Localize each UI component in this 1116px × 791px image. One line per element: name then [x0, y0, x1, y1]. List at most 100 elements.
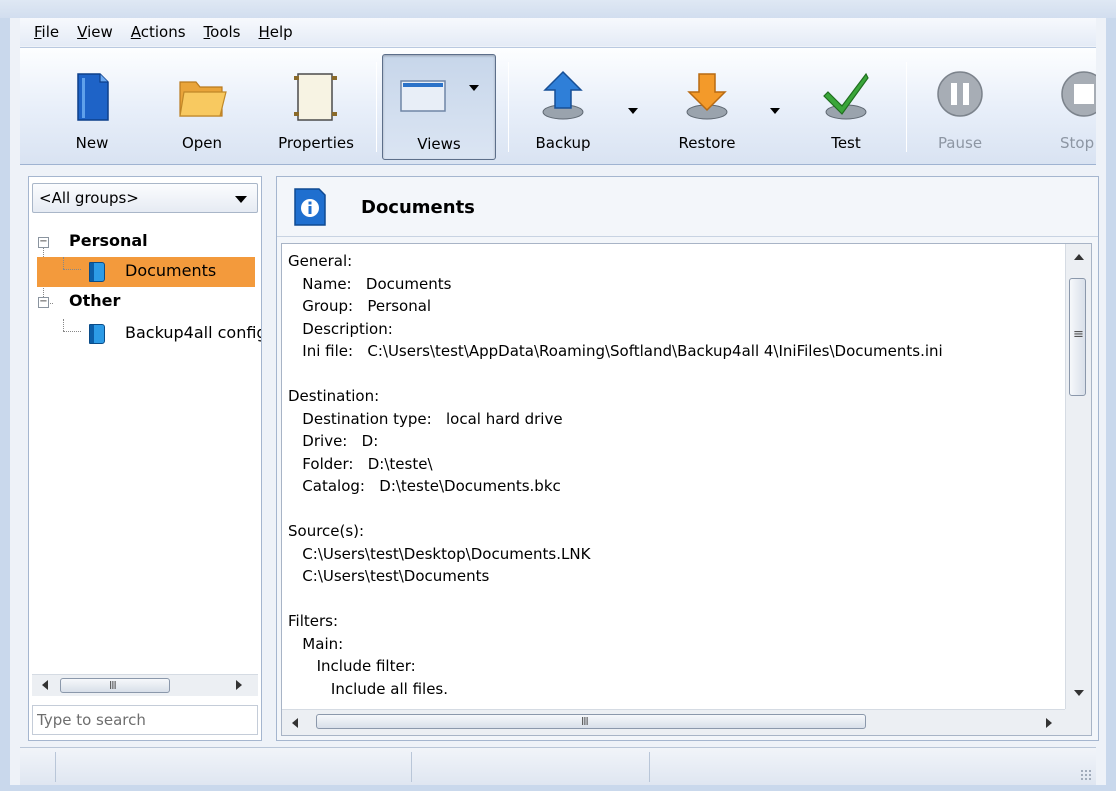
scroll-left-icon[interactable]	[42, 680, 48, 690]
chevron-down-icon	[235, 196, 247, 203]
open-button[interactable]: Open	[160, 54, 244, 160]
tree-connector	[63, 319, 64, 331]
collapse-icon[interactable]: −	[38, 237, 49, 248]
description-line: Description:	[288, 319, 393, 338]
name-line: Name: Documents	[288, 274, 452, 293]
group-filter-dropdown[interactable]: <All groups>	[32, 183, 258, 213]
properties-icon	[294, 73, 337, 121]
stop-icon	[1061, 71, 1096, 117]
menu-actions-label: ctions	[140, 23, 186, 41]
views-button[interactable]: Views	[382, 54, 496, 160]
scroll-thumb[interactable]: III	[60, 678, 170, 693]
details-header: Documents	[277, 177, 1098, 237]
properties-button[interactable]: Properties	[268, 54, 364, 160]
test-label: Test	[831, 134, 861, 152]
new-button[interactable]: New	[50, 54, 134, 160]
menu-actions[interactable]: Actions	[131, 23, 186, 41]
scroll-right-icon[interactable]	[1046, 718, 1052, 728]
tree-group-personal[interactable]: − Personal	[29, 227, 261, 257]
views-dropdown-icon	[469, 85, 479, 91]
menu-bar: File View Actions Tools Help	[20, 18, 1096, 46]
include-all-line: Include all files.	[288, 679, 449, 698]
grip-icon: III	[109, 679, 117, 692]
collapse-icon[interactable]: −	[38, 297, 49, 308]
new-label: New	[75, 134, 109, 152]
pause-label: Pause	[937, 134, 983, 152]
views-icon	[400, 80, 446, 112]
destination-heading: Destination:	[288, 387, 380, 405]
tree-group-label: Other	[69, 291, 121, 310]
scroll-thumb[interactable]: III	[316, 714, 866, 729]
test-button[interactable]: Test	[806, 54, 886, 160]
scroll-left-icon[interactable]	[292, 718, 298, 728]
properties-label: Properties	[278, 134, 354, 152]
details-vertical-scrollbar[interactable]: ≡	[1065, 244, 1091, 710]
menu-tools[interactable]: Tools	[204, 23, 241, 41]
menu-file-accel: F	[34, 23, 42, 41]
scroll-up-icon[interactable]	[1074, 254, 1084, 260]
views-label: Views	[417, 135, 461, 153]
resize-grip-icon[interactable]	[1080, 769, 1092, 781]
general-heading: General:	[288, 252, 353, 270]
scroll-down-icon[interactable]	[1074, 690, 1084, 696]
details-title: Documents	[361, 197, 475, 218]
menu-view-accel: V	[77, 23, 88, 41]
pause-icon	[937, 71, 983, 117]
restore-button[interactable]: Restore	[662, 54, 752, 160]
open-label: Open	[181, 134, 223, 152]
menu-file[interactable]: File	[34, 23, 59, 41]
backup-job-icon	[89, 262, 105, 282]
menu-help-accel: H	[258, 23, 270, 41]
filter-main-line: Main:	[288, 634, 344, 653]
test-checkmark-icon	[823, 72, 869, 120]
group-filter-value: <All groups>	[39, 189, 139, 207]
new-document-icon	[77, 73, 109, 121]
info-document-icon	[294, 188, 326, 226]
grip-icon: ≡	[1073, 327, 1084, 342]
menu-view[interactable]: View	[77, 23, 113, 41]
pause-button[interactable]: Pause	[922, 54, 998, 160]
tree-item-backup4all-config[interactable]: Backup4all configuration	[37, 319, 261, 349]
menu-view-label: iew	[87, 23, 113, 41]
include-filter-line: Include filter:	[288, 657, 416, 675]
status-bar	[20, 747, 1096, 785]
tree-horizontal-scrollbar[interactable]: III	[32, 674, 258, 696]
tree-item-label: Backup4all configuration	[125, 323, 261, 342]
toolbar-separator	[508, 62, 509, 152]
open-folder-icon	[179, 81, 227, 117]
restore-dropdown-icon[interactable]	[770, 108, 780, 114]
menu-help-label: elp	[269, 23, 293, 41]
source-path: C:\Users\test\Desktop\Documents.LNK	[288, 544, 591, 563]
menu-tools-label: ools	[210, 23, 241, 41]
status-cell	[412, 752, 650, 782]
menu-file-label: ile	[41, 23, 60, 41]
tree-group-other[interactable]: − Other	[29, 289, 261, 319]
details-text: General: Name: Documents Group: Personal…	[288, 250, 1064, 704]
backup-job-icon	[89, 324, 105, 344]
search-input[interactable]	[32, 705, 258, 735]
ini-file-line: Ini file: C:\Users\test\AppData\Roaming\…	[288, 342, 943, 360]
details-panel: Documents General: Name: Documents Group…	[276, 176, 1099, 741]
toolbar: New Open Properties Views Backup Restore…	[20, 47, 1096, 165]
tree-connector	[63, 257, 64, 269]
toolbar-separator	[376, 62, 377, 152]
tree-connector	[63, 331, 81, 332]
backup-arrow-up-icon	[542, 70, 584, 120]
tree-item-documents[interactable]: Documents	[37, 257, 255, 287]
backup-button[interactable]: Backup	[520, 54, 606, 160]
filters-heading: Filters:	[288, 612, 339, 630]
scrollbar-corner	[1065, 709, 1091, 735]
jobs-tree: − Personal Documents − Other Backup4all …	[29, 225, 261, 675]
status-cell	[20, 752, 56, 782]
scroll-right-icon[interactable]	[236, 680, 242, 690]
tree-group-label: Personal	[69, 231, 148, 250]
details-horizontal-scrollbar[interactable]: III	[282, 709, 1066, 735]
scroll-thumb[interactable]: ≡	[1069, 278, 1086, 396]
backup-dropdown-icon[interactable]	[628, 108, 638, 114]
menu-help[interactable]: Help	[259, 23, 293, 41]
backup-jobs-panel: <All groups> − Personal Documents − Othe…	[28, 176, 262, 741]
group-line: Group: Personal	[288, 297, 432, 315]
details-content: General: Name: Documents Group: Personal…	[281, 243, 1092, 736]
stop-button[interactable]: Stop	[1026, 54, 1096, 160]
destination-type-line: Destination type: local hard drive	[288, 409, 563, 428]
